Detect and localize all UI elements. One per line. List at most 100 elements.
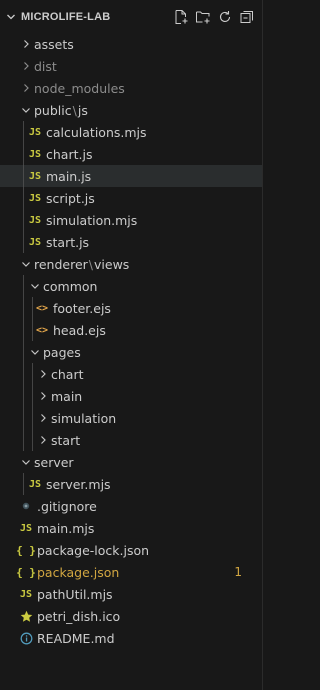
- tree-item-label: assets: [34, 36, 74, 52]
- tree-file-package-lock[interactable]: { } package-lock.json: [0, 539, 262, 561]
- indent-guide: [32, 319, 33, 341]
- javascript-file-icon: JS: [19, 588, 33, 600]
- tree-file-readme[interactable]: README.md: [0, 627, 262, 649]
- indent-guide: [23, 385, 24, 407]
- tree-file-chart[interactable]: JS chart.js: [0, 143, 262, 165]
- indent-guide: [23, 187, 24, 209]
- tree-file-pathutil[interactable]: JS pathUtil.mjs: [0, 583, 262, 605]
- info-icon: [18, 630, 34, 646]
- indent-guide: [23, 143, 24, 165]
- collapse-all-icon[interactable]: [238, 8, 256, 26]
- chevron-down-icon[interactable]: [18, 256, 34, 272]
- chevron-right-icon[interactable]: [18, 36, 34, 52]
- workspace-title: MICROLIFE-LAB: [21, 10, 111, 23]
- ejs-file-icon: <>: [35, 302, 49, 314]
- tree-folder-dist[interactable]: dist: [0, 55, 262, 77]
- indent-guide: [23, 209, 24, 231]
- tree-file-simulation[interactable]: JS simulation.mjs: [0, 209, 262, 231]
- refresh-icon[interactable]: [216, 8, 234, 26]
- indent-guide: [32, 429, 33, 451]
- tree-folder-server[interactable]: server: [0, 451, 262, 473]
- explorer-header[interactable]: MICROLIFE-LAB: [0, 0, 262, 33]
- chevron-right-icon[interactable]: [35, 432, 51, 448]
- gitignore-file-icon: [18, 498, 34, 514]
- tree-item-label: petri_dish.ico: [37, 608, 121, 624]
- tree-file-main-mjs[interactable]: JS main.mjs: [0, 517, 262, 539]
- tree-folder-common[interactable]: common: [0, 275, 262, 297]
- tree-folder-pages-start[interactable]: start: [0, 429, 262, 451]
- tree-folder-node-modules[interactable]: node_modules: [0, 77, 262, 99]
- tree-item-label: main: [51, 388, 83, 404]
- tree-file-script[interactable]: JS script.js: [0, 187, 262, 209]
- tree-item-label: public: [34, 102, 72, 118]
- chevron-right-icon[interactable]: [18, 80, 34, 96]
- indent-guide: [23, 407, 24, 429]
- tree-item-label: renderer: [34, 256, 88, 272]
- tree-folder-pages[interactable]: pages: [0, 341, 262, 363]
- tree-folder-renderer-views[interactable]: renderer \ views: [0, 253, 262, 275]
- tree-item-label: chart.js: [46, 146, 93, 162]
- tree-item-label: simulation.mjs: [46, 212, 138, 228]
- chevron-right-icon[interactable]: [35, 410, 51, 426]
- indent-guide: [23, 231, 24, 253]
- tree-item-label: common: [43, 278, 98, 294]
- indent-guide: [23, 275, 24, 297]
- chevron-down-icon[interactable]: [27, 278, 43, 294]
- tree-folder-pages-chart[interactable]: chart: [0, 363, 262, 385]
- explorer-actions: [172, 8, 256, 26]
- tree-folder-public-js[interactable]: public \ js: [0, 99, 262, 121]
- explorer-panel: MICROLIFE-LAB assets dist node_modules p…: [0, 0, 263, 690]
- path-separator: \: [72, 102, 77, 118]
- javascript-file-icon: JS: [28, 126, 42, 138]
- indent-guide: [23, 429, 24, 451]
- chevron-right-icon[interactable]: [35, 366, 51, 382]
- tree-file-calculations[interactable]: JS calculations.mjs: [0, 121, 262, 143]
- tree-file-gitignore[interactable]: .gitignore: [0, 495, 262, 517]
- tree-file-package-json[interactable]: { } package.json 1: [0, 561, 262, 583]
- indent-guide: [32, 385, 33, 407]
- tree-file-head-ejs[interactable]: <> head.ejs: [0, 319, 262, 341]
- javascript-file-icon: JS: [28, 148, 42, 160]
- chevron-down-icon[interactable]: [27, 344, 43, 360]
- tree-file-petri-dish[interactable]: petri_dish.ico: [0, 605, 262, 627]
- chevron-right-icon[interactable]: [35, 388, 51, 404]
- tree-file-footer-ejs[interactable]: <> footer.ejs: [0, 297, 262, 319]
- indent-guide: [32, 297, 33, 319]
- javascript-file-icon: JS: [28, 236, 42, 248]
- json-file-icon: { }: [16, 543, 36, 557]
- javascript-file-icon: JS: [28, 170, 42, 182]
- tree-item-label: views: [94, 256, 130, 272]
- tree-file-server-mjs[interactable]: JS server.mjs: [0, 473, 262, 495]
- tree-folder-pages-main[interactable]: main: [0, 385, 262, 407]
- tree-item-label: pathUtil.mjs: [37, 586, 113, 602]
- indent-guide: [23, 363, 24, 385]
- tree-item-label: calculations.mjs: [46, 124, 147, 140]
- tree-item-label: pages: [43, 344, 81, 360]
- ejs-file-icon: <>: [35, 324, 49, 336]
- tree-file-main-js[interactable]: JS main.js: [0, 165, 262, 187]
- tree-folder-assets[interactable]: assets: [0, 33, 262, 55]
- tree-item-label: start.js: [46, 234, 90, 250]
- tree-folder-pages-simulation[interactable]: simulation: [0, 407, 262, 429]
- chevron-down-icon[interactable]: [18, 454, 34, 470]
- tree-item-label: package-lock.json: [37, 542, 150, 558]
- star-icon: [18, 608, 34, 624]
- tree-file-start[interactable]: JS start.js: [0, 231, 262, 253]
- new-file-icon[interactable]: [172, 8, 190, 26]
- indent-guide: [23, 121, 24, 143]
- tree-item-label: main.mjs: [37, 520, 95, 536]
- chevron-down-icon[interactable]: [4, 10, 18, 24]
- chevron-right-icon[interactable]: [18, 58, 34, 74]
- tree-item-label: script.js: [46, 190, 95, 206]
- tree-item-label: server: [34, 454, 74, 470]
- indent-guide: [23, 297, 24, 319]
- indent-guide: [23, 341, 24, 363]
- indent-guide: [32, 407, 33, 429]
- new-folder-icon[interactable]: [194, 8, 212, 26]
- javascript-file-icon: JS: [19, 522, 33, 534]
- problem-count-badge: 1: [234, 565, 242, 579]
- tree-item-label: package.json: [37, 564, 120, 580]
- chevron-down-icon[interactable]: [18, 102, 34, 118]
- indent-guide: [32, 363, 33, 385]
- tree-item-label: start: [51, 432, 81, 448]
